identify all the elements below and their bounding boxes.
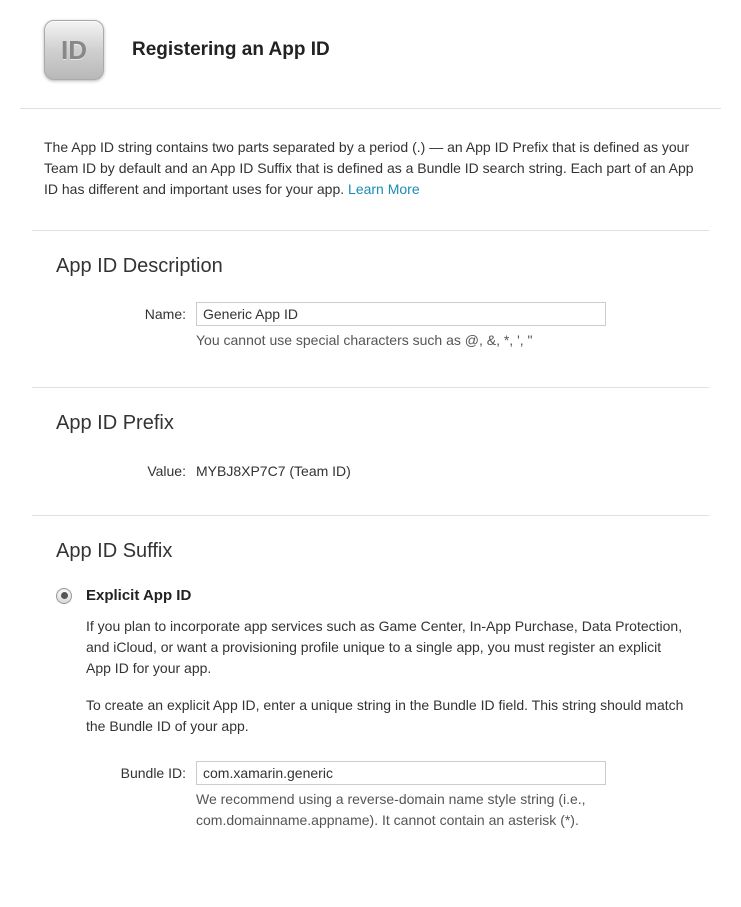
prefix-value-text: MYBJ8XP7C7 (Team ID) — [196, 459, 685, 479]
bundle-id-input[interactable] — [196, 761, 606, 785]
name-row: Name: You cannot use special characters … — [56, 302, 685, 351]
prefix-value-label: Value: — [56, 459, 196, 479]
name-input[interactable] — [196, 302, 606, 326]
section-heading-suffix: App ID Suffix — [56, 540, 685, 563]
app-id-icon-text: ID — [61, 35, 87, 66]
radio-button-icon — [56, 588, 72, 604]
page-header: ID Registering an App ID — [20, 0, 721, 109]
section-heading-prefix: App ID Prefix — [56, 412, 685, 435]
radio-selected-dot — [61, 592, 68, 599]
name-hint: You cannot use special characters such a… — [196, 330, 685, 351]
learn-more-link[interactable]: Learn More — [348, 181, 420, 197]
app-id-description-section: App ID Description Name: You cannot use … — [32, 230, 709, 387]
intro-text: The App ID string contains two parts sep… — [20, 137, 721, 200]
explicit-desc-2: To create an explicit App ID, enter a un… — [86, 695, 685, 737]
bundle-id-row: Bundle ID: We recommend using a reverse-… — [56, 761, 685, 831]
name-label: Name: — [56, 302, 196, 322]
page-title: Registering an App ID — [132, 39, 330, 61]
explicit-desc-1: If you plan to incorporate app services … — [86, 616, 685, 679]
app-id-suffix-section: App ID Suffix Explicit App ID If you pla… — [32, 515, 709, 867]
bundle-id-label: Bundle ID: — [56, 761, 196, 781]
app-id-icon: ID — [44, 20, 104, 80]
explicit-app-id-label: Explicit App ID — [86, 587, 191, 604]
explicit-app-id-radio-row[interactable]: Explicit App ID — [56, 587, 685, 604]
prefix-value-row: Value: MYBJ8XP7C7 (Team ID) — [56, 459, 685, 479]
bundle-id-hint: We recommend using a reverse-domain name… — [196, 789, 685, 831]
section-heading-description: App ID Description — [56, 255, 685, 278]
app-id-prefix-section: App ID Prefix Value: MYBJ8XP7C7 (Team ID… — [32, 387, 709, 515]
